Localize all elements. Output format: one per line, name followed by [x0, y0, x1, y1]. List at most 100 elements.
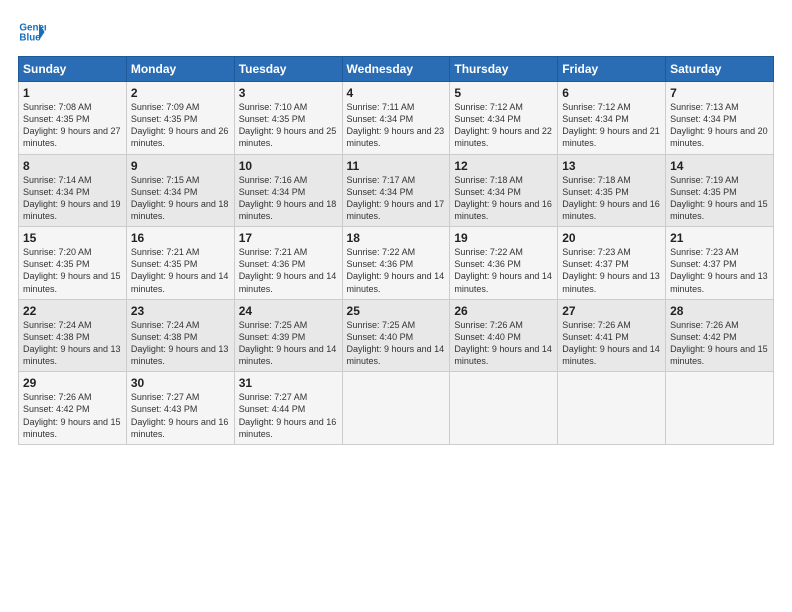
day-info: Sunrise: 7:22 AMSunset: 4:36 PMDaylight:… — [347, 247, 445, 293]
day-info: Sunrise: 7:18 AMSunset: 4:35 PMDaylight:… — [562, 175, 660, 221]
day-info: Sunrise: 7:13 AMSunset: 4:34 PMDaylight:… — [670, 102, 768, 148]
day-info: Sunrise: 7:09 AMSunset: 4:35 PMDaylight:… — [131, 102, 229, 148]
day-info: Sunrise: 7:10 AMSunset: 4:35 PMDaylight:… — [239, 102, 337, 148]
day-number: 30 — [131, 376, 230, 390]
day-cell: 23 Sunrise: 7:24 AMSunset: 4:38 PMDayligh… — [126, 299, 234, 372]
day-info: Sunrise: 7:24 AMSunset: 4:38 PMDaylight:… — [131, 320, 229, 366]
day-cell: 24 Sunrise: 7:25 AMSunset: 4:39 PMDayligh… — [234, 299, 342, 372]
svg-text:Blue: Blue — [19, 32, 41, 43]
day-cell: 21 Sunrise: 7:23 AMSunset: 4:37 PMDayligh… — [666, 227, 774, 300]
day-cell — [342, 372, 450, 445]
day-number: 12 — [454, 159, 553, 173]
day-info: Sunrise: 7:11 AMSunset: 4:34 PMDaylight:… — [347, 102, 445, 148]
day-cell: 27 Sunrise: 7:26 AMSunset: 4:41 PMDayligh… — [558, 299, 666, 372]
day-info: Sunrise: 7:26 AMSunset: 4:42 PMDaylight:… — [670, 320, 768, 366]
day-cell: 2 Sunrise: 7:09 AMSunset: 4:35 PMDaylight… — [126, 82, 234, 155]
day-cell: 11Sunrise: 7:17 AMSunset: 4:34 PMDayligh… — [342, 154, 450, 227]
day-info: Sunrise: 7:26 AMSunset: 4:42 PMDaylight:… — [23, 392, 121, 438]
day-info: Sunrise: 7:18 AMSunset: 4:34 PMDaylight:… — [454, 175, 552, 221]
day-number: 1 — [23, 86, 122, 100]
day-cell — [666, 372, 774, 445]
week-row-2: 8 Sunrise: 7:14 AMSunset: 4:34 PMDaylight… — [19, 154, 774, 227]
day-number: 23 — [131, 304, 230, 318]
day-info: Sunrise: 7:25 AMSunset: 4:40 PMDaylight:… — [347, 320, 445, 366]
col-header-monday: Monday — [126, 57, 234, 82]
day-number: 20 — [562, 231, 661, 245]
day-number: 18 — [347, 231, 446, 245]
col-header-saturday: Saturday — [666, 57, 774, 82]
day-number: 28 — [670, 304, 769, 318]
day-info: Sunrise: 7:20 AMSunset: 4:35 PMDaylight:… — [23, 247, 121, 293]
day-number: 27 — [562, 304, 661, 318]
col-header-thursday: Thursday — [450, 57, 558, 82]
day-cell: 20 Sunrise: 7:23 AMSunset: 4:37 PMDayligh… — [558, 227, 666, 300]
day-number: 24 — [239, 304, 338, 318]
day-cell: 3 Sunrise: 7:10 AMSunset: 4:35 PMDaylight… — [234, 82, 342, 155]
day-info: Sunrise: 7:08 AMSunset: 4:35 PMDaylight:… — [23, 102, 121, 148]
day-cell: 19 Sunrise: 7:22 AMSunset: 4:36 PMDayligh… — [450, 227, 558, 300]
day-number: 21 — [670, 231, 769, 245]
col-header-wednesday: Wednesday — [342, 57, 450, 82]
day-cell: 12 Sunrise: 7:18 AMSunset: 4:34 PMDayligh… — [450, 154, 558, 227]
day-cell: 9Sunrise: 7:15 AMSunset: 4:34 PMDaylight… — [126, 154, 234, 227]
day-number: 16 — [131, 231, 230, 245]
day-number: 3 — [239, 86, 338, 100]
day-info: Sunrise: 7:14 AMSunset: 4:34 PMDaylight:… — [23, 175, 121, 221]
day-number: 2 — [131, 86, 230, 100]
day-cell: 22Sunrise: 7:24 AMSunset: 4:38 PMDayligh… — [19, 299, 127, 372]
day-cell: 15Sunrise: 7:20 AMSunset: 4:35 PMDayligh… — [19, 227, 127, 300]
day-info: Sunrise: 7:27 AMSunset: 4:43 PMDaylight:… — [131, 392, 229, 438]
day-number: 8 — [23, 159, 122, 173]
day-info: Sunrise: 7:26 AMSunset: 4:40 PMDaylight:… — [454, 320, 552, 366]
day-cell: 28 Sunrise: 7:26 AMSunset: 4:42 PMDayligh… — [666, 299, 774, 372]
day-cell — [558, 372, 666, 445]
day-cell: 29 Sunrise: 7:26 AMSunset: 4:42 PMDayligh… — [19, 372, 127, 445]
day-number: 5 — [454, 86, 553, 100]
day-number: 29 — [23, 376, 122, 390]
day-info: Sunrise: 7:12 AMSunset: 4:34 PMDaylight:… — [454, 102, 552, 148]
day-cell: 10Sunrise: 7:16 AMSunset: 4:34 PMDayligh… — [234, 154, 342, 227]
day-number: 9 — [131, 159, 230, 173]
day-cell: 5 Sunrise: 7:12 AMSunset: 4:34 PMDaylight… — [450, 82, 558, 155]
day-number: 19 — [454, 231, 553, 245]
day-cell: 4 Sunrise: 7:11 AMSunset: 4:34 PMDaylight… — [342, 82, 450, 155]
day-cell: 14Sunrise: 7:19 AMSunset: 4:35 PMDayligh… — [666, 154, 774, 227]
day-number: 4 — [347, 86, 446, 100]
day-number: 13 — [562, 159, 661, 173]
day-cell: 18 Sunrise: 7:22 AMSunset: 4:36 PMDayligh… — [342, 227, 450, 300]
calendar-table: SundayMondayTuesdayWednesdayThursdayFrid… — [18, 56, 774, 445]
day-info: Sunrise: 7:25 AMSunset: 4:39 PMDaylight:… — [239, 320, 337, 366]
day-info: Sunrise: 7:21 AMSunset: 4:36 PMDaylight:… — [239, 247, 337, 293]
day-info: Sunrise: 7:23 AMSunset: 4:37 PMDaylight:… — [670, 247, 768, 293]
day-cell: 6Sunrise: 7:12 AMSunset: 4:34 PMDaylight… — [558, 82, 666, 155]
day-info: Sunrise: 7:24 AMSunset: 4:38 PMDaylight:… — [23, 320, 121, 366]
day-number: 25 — [347, 304, 446, 318]
day-info: Sunrise: 7:16 AMSunset: 4:34 PMDaylight:… — [239, 175, 337, 221]
header-row: SundayMondayTuesdayWednesdayThursdayFrid… — [19, 57, 774, 82]
day-cell: 25 Sunrise: 7:25 AMSunset: 4:40 PMDayligh… — [342, 299, 450, 372]
day-cell: 13 Sunrise: 7:18 AMSunset: 4:35 PMDayligh… — [558, 154, 666, 227]
day-info: Sunrise: 7:22 AMSunset: 4:36 PMDaylight:… — [454, 247, 552, 293]
day-info: Sunrise: 7:23 AMSunset: 4:37 PMDaylight:… — [562, 247, 660, 293]
col-header-friday: Friday — [558, 57, 666, 82]
col-header-tuesday: Tuesday — [234, 57, 342, 82]
day-number: 17 — [239, 231, 338, 245]
day-info: Sunrise: 7:27 AMSunset: 4:44 PMDaylight:… — [239, 392, 337, 438]
week-row-4: 22Sunrise: 7:24 AMSunset: 4:38 PMDayligh… — [19, 299, 774, 372]
day-info: Sunrise: 7:21 AMSunset: 4:35 PMDaylight:… — [131, 247, 229, 293]
day-info: Sunrise: 7:12 AMSunset: 4:34 PMDaylight:… — [562, 102, 660, 148]
day-cell: 17 Sunrise: 7:21 AMSunset: 4:36 PMDayligh… — [234, 227, 342, 300]
day-cell: 30 Sunrise: 7:27 AMSunset: 4:43 PMDayligh… — [126, 372, 234, 445]
day-info: Sunrise: 7:19 AMSunset: 4:35 PMDaylight:… — [670, 175, 768, 221]
day-info: Sunrise: 7:26 AMSunset: 4:41 PMDaylight:… — [562, 320, 660, 366]
day-cell: 16 Sunrise: 7:21 AMSunset: 4:35 PMDayligh… — [126, 227, 234, 300]
day-number: 31 — [239, 376, 338, 390]
week-row-5: 29 Sunrise: 7:26 AMSunset: 4:42 PMDayligh… — [19, 372, 774, 445]
day-number: 26 — [454, 304, 553, 318]
col-header-sunday: Sunday — [19, 57, 127, 82]
week-row-3: 15Sunrise: 7:20 AMSunset: 4:35 PMDayligh… — [19, 227, 774, 300]
logo-icon: General Blue — [18, 18, 46, 46]
day-cell: 7Sunrise: 7:13 AMSunset: 4:34 PMDaylight… — [666, 82, 774, 155]
day-cell: 31 Sunrise: 7:27 AMSunset: 4:44 PMDayligh… — [234, 372, 342, 445]
day-cell — [450, 372, 558, 445]
